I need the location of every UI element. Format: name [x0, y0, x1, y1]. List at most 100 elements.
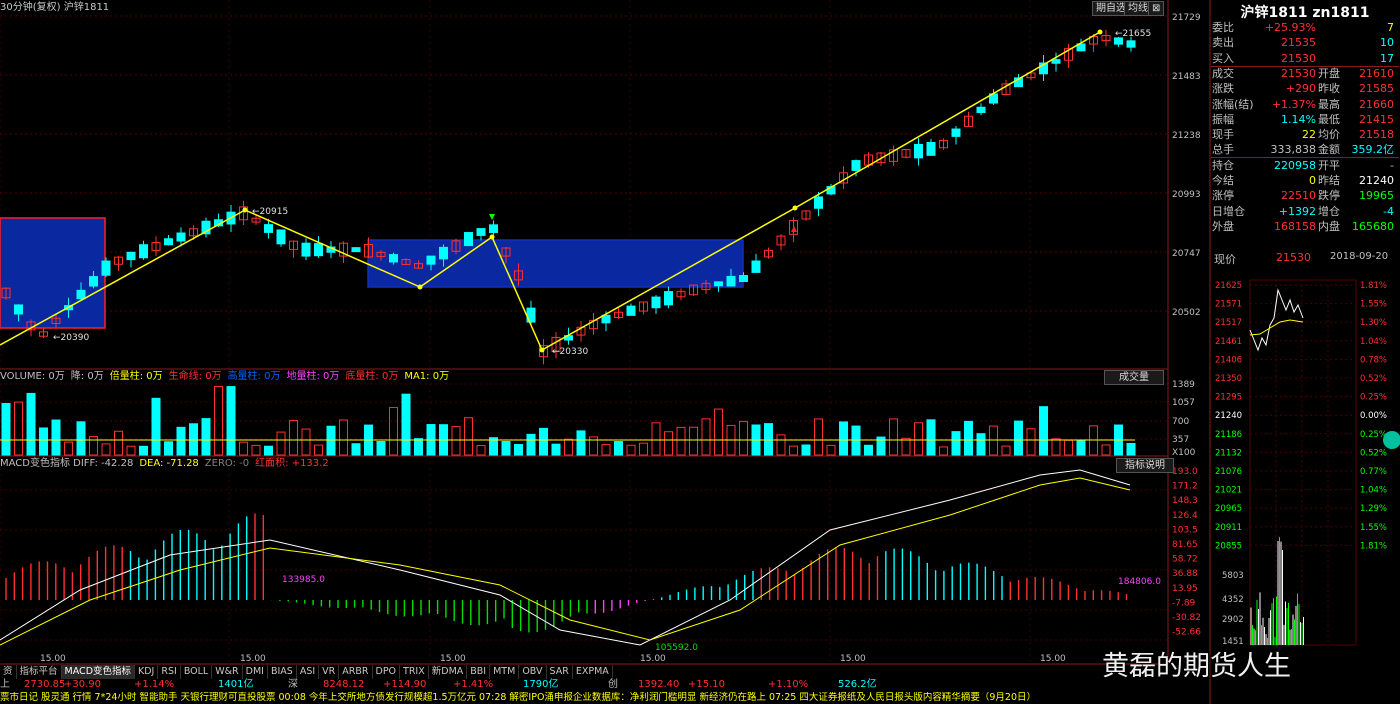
candle-body — [276, 229, 286, 245]
tab-indicator[interactable]: ASI — [297, 665, 320, 679]
quote-label: 现手 — [1212, 128, 1234, 142]
volume-bar — [701, 418, 711, 456]
tab-indicator[interactable]: 指标平台 — [17, 665, 62, 679]
status-item: 上 — [0, 679, 10, 690]
volume-bar — [151, 397, 161, 456]
tab-indicator[interactable]: KDJ — [135, 665, 159, 679]
macd-axis-label: 126.4 — [1172, 511, 1198, 521]
kline-chart[interactable]: ←21655 ←20915 ←20390 ←20330 133985.0 184806.… — [0, 0, 1400, 704]
tab-indicator[interactable]: BIAS — [268, 665, 297, 679]
period-label[interactable]: 30分钟(复权) — [0, 2, 61, 13]
tab-indicator[interactable]: BBI — [467, 665, 491, 679]
tab-indicator[interactable]: OBV — [519, 665, 547, 679]
quote-value: 17 — [1380, 51, 1394, 65]
time-axis-label: 15.00 — [240, 654, 266, 664]
tab-indicator[interactable]: BOLL — [181, 665, 213, 679]
minichart-vol-label: 5803 — [1222, 571, 1244, 581]
indicator-help-button[interactable]: 指标说明 — [1116, 458, 1174, 473]
quote-date: 2018-09-20 — [1330, 251, 1389, 262]
quote-label: 委比 — [1212, 21, 1234, 34]
macd-axis-label: 103.5 — [1172, 525, 1198, 535]
volume-bar — [301, 428, 311, 456]
volume-bar — [339, 419, 348, 456]
tab-indicator[interactable]: DMI — [243, 665, 268, 679]
candle-body — [126, 251, 136, 261]
minichart-price-label: 21021 — [1215, 486, 1242, 496]
tab-indicator[interactable]: DPO — [373, 665, 401, 679]
macd-axis-label: -7.89 — [1172, 598, 1196, 608]
volume-bar — [64, 441, 73, 456]
status-item: 1392.40 — [638, 679, 680, 690]
candle-body — [89, 276, 98, 287]
tab-indicator[interactable]: 新DMA — [429, 665, 468, 679]
tab-indicator[interactable]: 资 — [0, 665, 17, 679]
minichart-price-label: 21571 — [1215, 300, 1242, 310]
volume-bar — [564, 438, 573, 456]
quote-label: 涨跌 — [1212, 82, 1234, 96]
price-axis-label: 20747 — [1172, 249, 1201, 259]
volume-bar — [501, 440, 511, 456]
tab-indicator[interactable]: MTM — [490, 665, 520, 679]
tab-indicator[interactable]: TRIX — [400, 665, 429, 679]
quote-label: 成交 — [1212, 66, 1234, 80]
volume-bar — [514, 444, 523, 456]
tab-indicator[interactable]: SAR — [547, 665, 573, 679]
status-item: 1790亿 — [523, 679, 559, 690]
quote-row: 持仓 220958 开平 - — [1212, 158, 1396, 173]
volume-bar — [226, 386, 236, 456]
news-ticker[interactable]: 票市日记 股灵通 行情 7*24小时 智能助手 天银行理财可直投股票 00:08… — [0, 692, 1210, 704]
quote-value: 21585 — [1359, 82, 1394, 96]
tab-indicator[interactable]: VR — [319, 665, 340, 679]
price-label: ←20915 — [252, 207, 288, 217]
sell-signal-icon — [791, 226, 797, 232]
minichart-price-label: 21517 — [1215, 318, 1242, 328]
minichart-price-label: 21132 — [1215, 448, 1242, 458]
price-label: ←21655 — [1115, 29, 1151, 39]
volume-bar — [901, 437, 911, 456]
candle-body — [739, 275, 748, 283]
indicator-tabs: 资指标平台 MACD变色指标 KDJ RSI BOLL W&R DMI BIAS ASI VR AR… — [0, 665, 1210, 679]
tab-macd-color[interactable]: MACD变色指标 — [61, 665, 136, 679]
quote-label: 增仓 — [1318, 204, 1340, 218]
tab-indicator[interactable]: ARBR — [339, 665, 373, 679]
tab-indicator[interactable]: W&R — [212, 665, 243, 679]
macd-axis-label: 81.65 — [1172, 540, 1198, 550]
volume-bar — [1039, 406, 1048, 456]
quote-value: 7 — [1387, 21, 1394, 34]
quote-value: 1.14% — [1281, 112, 1316, 126]
quote-value: 21530 — [1281, 66, 1316, 80]
symbol-label: 沪锌1811 — [63, 2, 110, 13]
volume-selector[interactable]: 成交量 — [1104, 370, 1164, 385]
candle-body — [851, 160, 861, 171]
tab-indicator[interactable]: EXPMA — [573, 665, 613, 679]
minichart-pct-label: 0.78% — [1360, 355, 1387, 365]
candle-body — [426, 255, 436, 265]
quote-label: 昨收 — [1318, 82, 1340, 96]
quote-row: 卖出 21535 10 — [1212, 35, 1396, 50]
volume-legend-item: 倍量柱: 0万 — [109, 371, 163, 382]
volume-legend-item: 高量柱: 0万 — [227, 371, 281, 382]
volume-axis-label: 700 — [1172, 417, 1189, 427]
watermark-text: 黄磊的期货人生 — [1102, 651, 1291, 682]
volume-legend-item: VOLUME: 0万 — [0, 371, 65, 382]
time-axis-label: 15.00 — [40, 654, 66, 664]
tab-indicator[interactable]: RSI — [158, 665, 181, 679]
volume-bar — [776, 434, 786, 456]
status-item: 深 — [288, 679, 298, 690]
macd-annotation: 133985.0 — [282, 575, 325, 585]
volume-axis-label: 1389 — [1172, 380, 1195, 390]
minichart-pct-label: 0.25% — [1360, 393, 1387, 403]
status-item: +1.10% — [768, 679, 809, 690]
consolidation-box-2 — [367, 239, 744, 288]
volume-bar — [114, 430, 123, 456]
volume-bar — [1026, 428, 1036, 456]
volume-axis-label: X100 — [1172, 448, 1196, 458]
quote-label: 最低 — [1318, 112, 1340, 126]
volume-bar — [739, 420, 748, 456]
volume-bar — [164, 441, 173, 456]
close-icon[interactable]: ⊠ — [1148, 1, 1165, 16]
price-label: ←20390 — [53, 333, 89, 343]
buy-signal-icon — [489, 214, 495, 220]
volume-bar — [1051, 438, 1061, 456]
minichart-vol-label: 4352 — [1222, 595, 1244, 605]
